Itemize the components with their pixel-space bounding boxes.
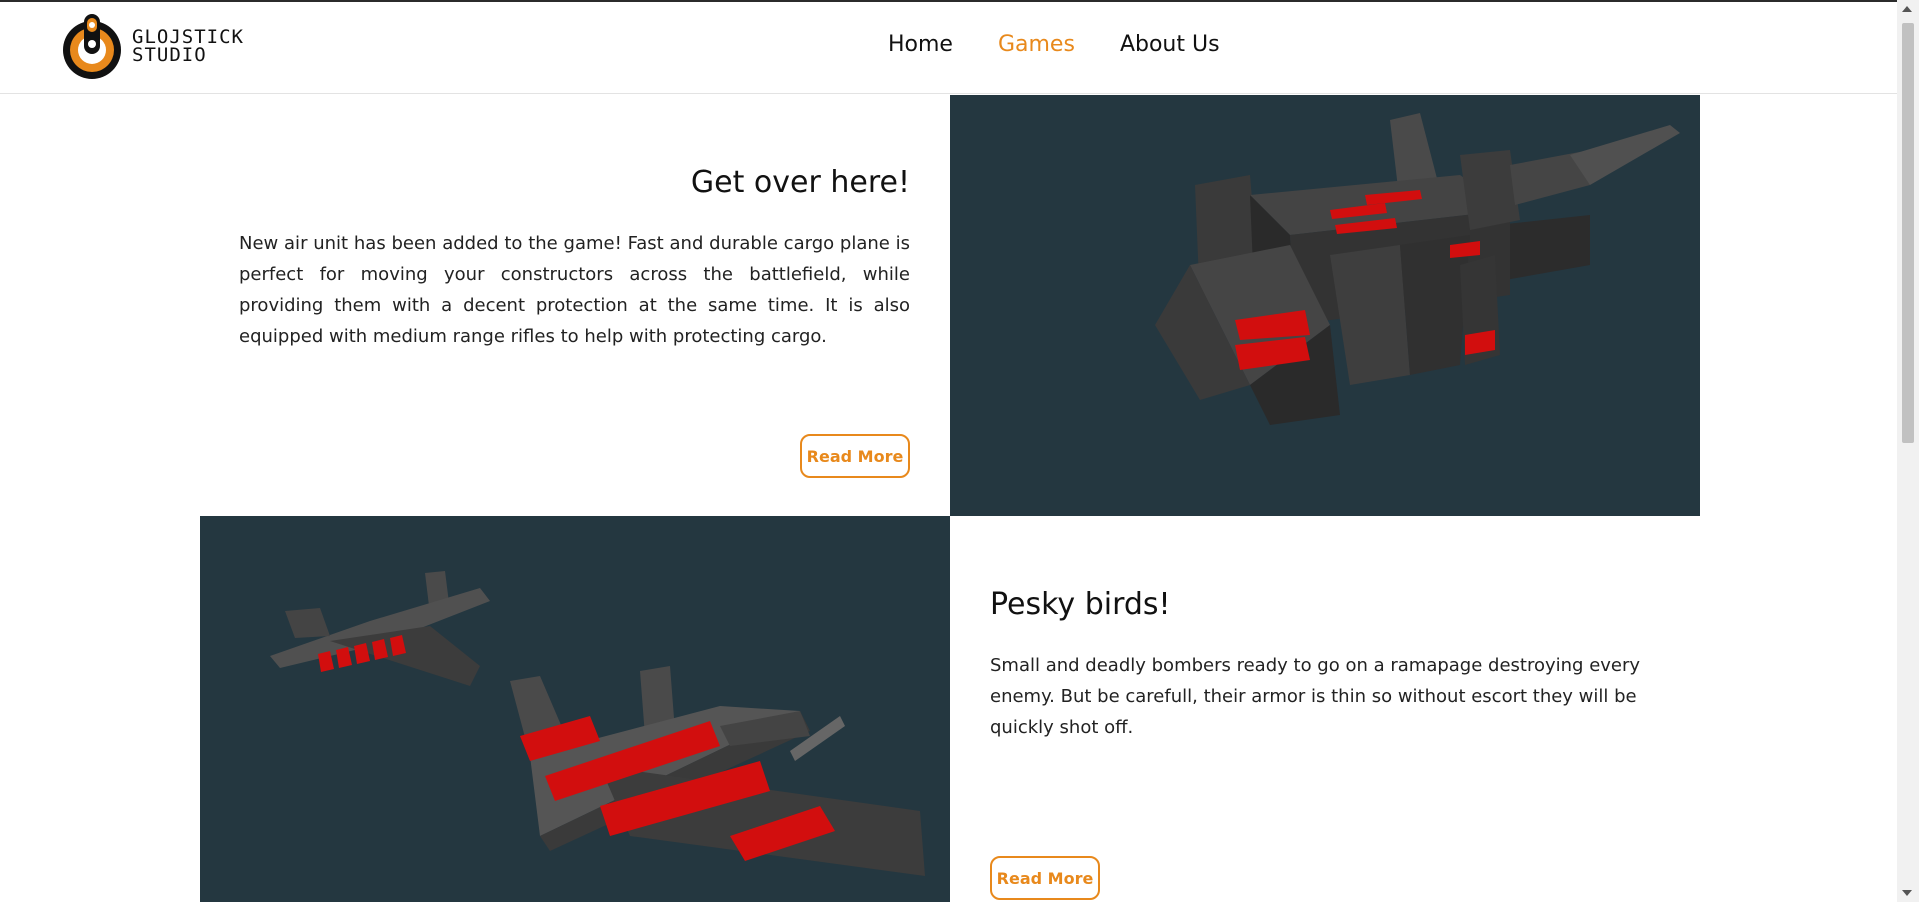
- nav-games[interactable]: Games: [998, 32, 1075, 57]
- post-2-text: Pesky birds! Small and deadly bombers re…: [990, 587, 1662, 743]
- post-1-text: Get over here! New air unit has been add…: [239, 165, 910, 352]
- nav-home[interactable]: Home: [888, 32, 953, 57]
- logo[interactable]: GLOJSTICK STUDIO: [60, 10, 245, 82]
- logo-text-line2: STUDIO: [132, 44, 207, 66]
- post-1-read-more-button[interactable]: Read More: [800, 434, 910, 478]
- post-2-title: Pesky birds!: [990, 587, 1171, 622]
- main-nav: Home Games About Us: [888, 32, 1220, 57]
- bombers-illustration: [270, 571, 925, 876]
- post-2-read-more-button[interactable]: Read More: [990, 856, 1100, 900]
- scroll-up-icon[interactable]: [1902, 6, 1912, 12]
- scrollbar-thumb[interactable]: [1902, 23, 1914, 443]
- site-header: GLOJSTICK STUDIO Home Games About Us: [0, 2, 1897, 94]
- joystick-logo-icon: [63, 14, 121, 79]
- post-2-description: Small and deadly bombers ready to go on …: [990, 655, 1641, 738]
- scroll-down-icon[interactable]: [1902, 890, 1912, 896]
- cargo-plane-illustration: [1155, 113, 1680, 425]
- cargo-plane-image: [950, 95, 1700, 516]
- bomber-planes-image: [200, 516, 950, 902]
- post-1-description: New air unit has been added to the game!…: [239, 233, 910, 347]
- post-1-title: Get over here!: [690, 165, 910, 200]
- nav-about-us[interactable]: About Us: [1120, 32, 1220, 57]
